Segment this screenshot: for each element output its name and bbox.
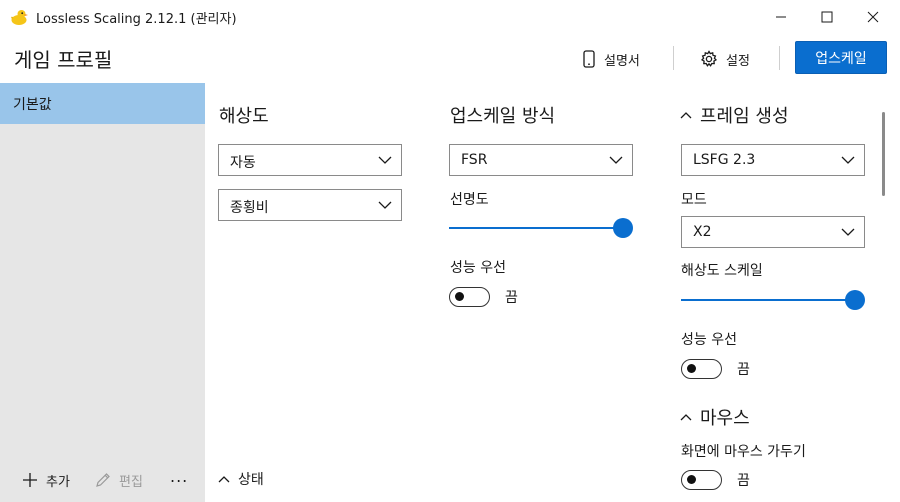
chevron-down-icon <box>841 228 855 236</box>
sharpness-label: 선명도 <box>450 192 489 208</box>
sidebar-item-label: 기본값 <box>13 97 52 113</box>
frame-gen-mode-dropdown[interactable]: X2 <box>681 216 865 248</box>
settings-button[interactable]: 설정 <box>700 44 750 74</box>
edit-profile-label: 편집 <box>119 474 143 490</box>
resolution-heading: 해상도 <box>219 106 269 127</box>
add-profile-label: 추가 <box>46 474 70 490</box>
frame-gen-heading: 프레임 생성 <box>700 106 789 127</box>
upscale-performance-toggle[interactable] <box>449 287 490 307</box>
frame-gen-performance-state: 끔 <box>737 362 750 378</box>
plus-icon <box>23 473 37 487</box>
window-title: Lossless Scaling 2.12.1 (관리자) <box>36 12 237 27</box>
toggle-knob <box>455 292 464 301</box>
close-icon <box>867 11 879 23</box>
sidebar-item-default[interactable]: 기본값 <box>0 83 205 124</box>
resolution-scale-slider[interactable] <box>681 289 865 311</box>
aspect-ratio-dropdown[interactable]: 종횡비 <box>218 189 402 221</box>
page-title: 게임 프로필 <box>14 48 113 72</box>
resolution-scale-thumb[interactable] <box>845 290 865 310</box>
vertical-scrollbar[interactable] <box>882 112 885 196</box>
profile-sidebar: 기본값 <box>0 83 205 502</box>
maximize-button[interactable] <box>804 0 850 34</box>
aspect-ratio-value: 종횡비 <box>230 200 269 216</box>
duck-logo-icon <box>11 10 28 25</box>
frame-gen-mode-value: X2 <box>693 224 712 240</box>
frame-gen-type-value: LSFG 2.3 <box>693 152 756 168</box>
clip-cursor-state: 끔 <box>737 473 750 489</box>
chevron-down-icon <box>378 156 392 164</box>
resolution-scale-track <box>681 299 855 301</box>
resolution-scale-label: 해상도 스케일 <box>681 263 763 279</box>
frame-gen-performance-toggle[interactable] <box>681 359 722 379</box>
settings-button-label: 설정 <box>726 53 750 69</box>
sharpness-thumb[interactable] <box>613 218 633 238</box>
header-divider <box>779 46 780 70</box>
minimize-button[interactable] <box>758 0 804 34</box>
chevron-up-icon <box>680 112 692 119</box>
app-window: Lossless Scaling 2.12.1 (관리자) 게임 프로필 설명서… <box>0 0 900 502</box>
clip-cursor-toggle[interactable] <box>681 470 722 490</box>
upscale-method-dropdown[interactable]: FSR <box>449 144 633 176</box>
manual-button-label: 설명서 <box>604 53 640 69</box>
chevron-down-icon <box>841 156 855 164</box>
frame-gen-type-dropdown[interactable]: LSFG 2.3 <box>681 144 865 176</box>
chevron-up-icon <box>680 414 692 421</box>
frame-gen-expander[interactable]: 프레임 생성 <box>680 102 789 128</box>
toggle-knob <box>687 475 696 484</box>
minimize-icon <box>776 16 786 18</box>
title-bar[interactable]: Lossless Scaling 2.12.1 (관리자) <box>0 0 900 34</box>
chevron-down-icon <box>609 156 623 164</box>
status-label: 상태 <box>238 472 264 488</box>
scaling-mode-value: 자동 <box>230 155 256 171</box>
manual-button[interactable]: 설명서 <box>582 44 640 74</box>
toggle-knob <box>687 364 696 373</box>
upscale-performance-label: 성능 우선 <box>450 260 506 276</box>
edit-profile-button[interactable]: 편집 <box>95 470 143 490</box>
frame-gen-mode-label: 모드 <box>681 192 707 208</box>
gear-icon <box>700 50 718 67</box>
sharpness-slider[interactable] <box>449 217 633 239</box>
sharpness-track <box>449 227 623 229</box>
mouse-heading: 마우스 <box>700 408 750 429</box>
upscaling-heading: 업스케일 방식 <box>450 106 556 127</box>
chevron-up-icon <box>218 476 230 483</box>
frame-gen-performance-label: 성능 우선 <box>681 332 737 348</box>
upscale-method-value: FSR <box>461 152 488 168</box>
mouse-expander[interactable]: 마우스 <box>680 404 750 430</box>
status-expander[interactable]: 상태 <box>218 469 264 489</box>
clip-cursor-label: 화면에 마우스 가두기 <box>681 444 806 460</box>
phone-icon <box>583 50 595 68</box>
add-profile-button[interactable]: 추가 <box>22 470 70 490</box>
pencil-icon <box>96 473 110 487</box>
upscale-performance-state: 끔 <box>505 290 518 306</box>
close-button[interactable] <box>850 0 896 34</box>
header-divider <box>673 46 674 70</box>
more-options-button[interactable]: ... <box>170 466 188 486</box>
scaling-mode-dropdown[interactable]: 자동 <box>218 144 402 176</box>
upscale-button[interactable]: 업스케일 <box>795 41 887 74</box>
chevron-down-icon <box>378 201 392 209</box>
maximize-icon <box>821 11 833 23</box>
